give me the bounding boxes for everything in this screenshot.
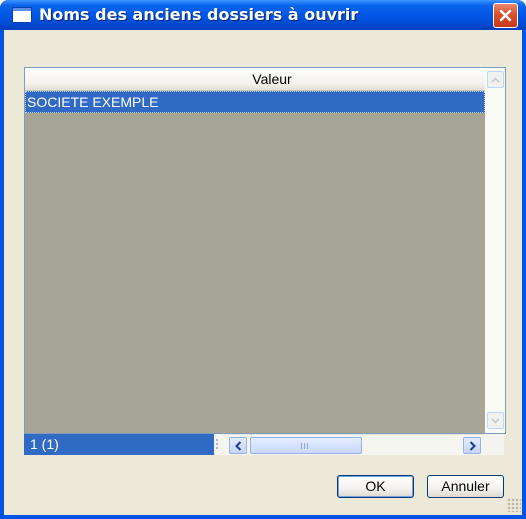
scroll-left-button[interactable] — [229, 437, 247, 454]
scroll-up-button[interactable] — [487, 71, 504, 88]
table-footer: 1 (1) — [24, 434, 506, 457]
chevron-right-icon — [469, 440, 476, 451]
ok-button[interactable]: OK — [337, 475, 414, 498]
title-bar[interactable]: Noms des anciens dossiers à ouvrir — [0, 0, 526, 30]
record-counter: 1 (1) — [24, 434, 214, 455]
splitter-grip[interactable] — [214, 434, 224, 455]
cell-value: SOCIETE EXEMPLE — [27, 94, 159, 110]
scroll-thumb[interactable] — [250, 437, 362, 454]
window-icon — [12, 7, 32, 23]
resize-grip-icon[interactable] — [507, 498, 521, 512]
column-header-valeur[interactable]: Valeur — [25, 68, 485, 91]
close-icon — [499, 9, 512, 22]
dialog-window: Noms des anciens dossiers à ouvrir Valeu… — [0, 0, 526, 519]
dialog-title: Noms des anciens dossiers à ouvrir — [39, 5, 359, 24]
horizontal-scrollbar[interactable] — [224, 434, 484, 455]
grip-icon — [216, 439, 218, 449]
scrollbar-corner — [484, 434, 504, 455]
chevron-down-icon — [491, 417, 500, 424]
chevron-up-icon — [491, 76, 500, 83]
table-row[interactable]: SOCIETE EXEMPLE — [25, 91, 485, 113]
scroll-down-button[interactable] — [487, 412, 504, 429]
dialog-body: Valeur SOCIETE EXEMPLE 1 (1) OK Annuler — [4, 30, 522, 515]
close-button[interactable] — [493, 3, 518, 28]
values-table[interactable]: Valeur SOCIETE EXEMPLE — [24, 67, 506, 434]
chevron-left-icon — [234, 440, 241, 451]
cancel-button[interactable]: Annuler — [427, 475, 504, 498]
scroll-right-button[interactable] — [463, 437, 481, 454]
vertical-scrollbar[interactable] — [485, 68, 505, 433]
